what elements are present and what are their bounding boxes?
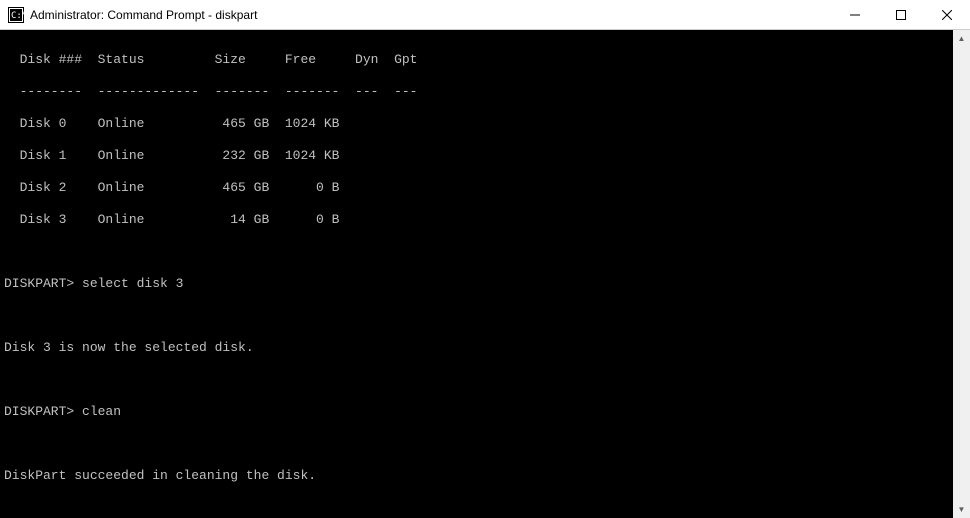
terminal-output[interactable]: Disk ### Status Size Free Dyn Gpt ------…: [0, 30, 970, 518]
titlebar[interactable]: C:\ Administrator: Command Prompt - disk…: [0, 0, 970, 30]
blank-line: [4, 308, 970, 324]
prompt-line: DISKPART> select disk 3: [4, 276, 970, 292]
response-line: DiskPart succeeded in cleaning the disk.: [4, 468, 970, 484]
disk-row: Disk 2 Online 465 GB 0 B: [4, 180, 970, 196]
disk-row: Disk 1 Online 232 GB 1024 KB: [4, 148, 970, 164]
disk-row: Disk 3 Online 14 GB 0 B: [4, 212, 970, 228]
disk-header: Disk ### Status Size Free Dyn Gpt: [4, 52, 970, 68]
minimize-button[interactable]: [832, 0, 878, 29]
scroll-track[interactable]: [953, 47, 970, 501]
prompt-line: DISKPART> clean: [4, 404, 970, 420]
response-line: Disk 3 is now the selected disk.: [4, 340, 970, 356]
svg-text:C:\: C:\: [11, 11, 24, 21]
blank-line: [4, 244, 970, 260]
close-button[interactable]: [924, 0, 970, 29]
maximize-button[interactable]: [878, 0, 924, 29]
scroll-down-arrow[interactable]: ▼: [953, 501, 970, 518]
command-prompt-window: C:\ Administrator: Command Prompt - disk…: [0, 0, 970, 518]
window-controls: [832, 0, 970, 29]
vertical-scrollbar[interactable]: ▲ ▼: [953, 30, 970, 518]
blank-line: [4, 500, 970, 516]
scroll-up-arrow[interactable]: ▲: [953, 30, 970, 47]
cmd-icon: C:\: [8, 7, 24, 23]
blank-line: [4, 372, 970, 388]
blank-line: [4, 436, 970, 452]
disk-header-sep: -------- ------------- ------- ------- -…: [4, 84, 970, 100]
disk-row: Disk 0 Online 465 GB 1024 KB: [4, 116, 970, 132]
window-title: Administrator: Command Prompt - diskpart: [30, 8, 832, 22]
